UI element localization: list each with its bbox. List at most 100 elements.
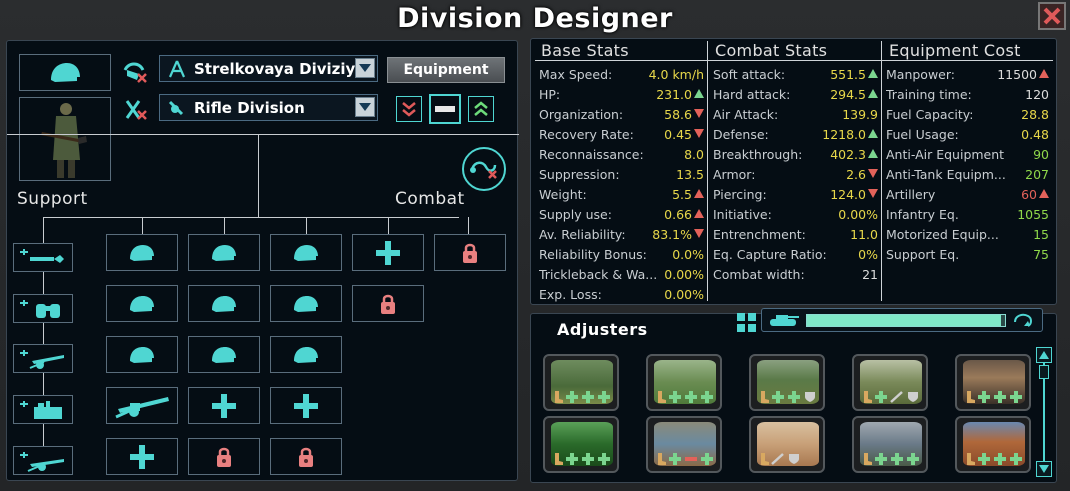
- terrain-tile-jungle[interactable]: [543, 416, 619, 473]
- combat-slot-add[interactable]: [106, 438, 178, 475]
- terrain-tile-mountain-valley[interactable]: [852, 416, 928, 473]
- scroll-thumb[interactable]: [1039, 365, 1049, 379]
- terrain-tile-urban[interactable]: [955, 354, 1031, 411]
- terrain-tile-mountain[interactable]: [749, 354, 825, 411]
- support-slot-anti-tank[interactable]: [13, 446, 73, 475]
- combat-stat-value-text: 139.9: [842, 107, 878, 122]
- combat-stat-value: 0%: [858, 247, 878, 262]
- base-stat-label: Recovery Rate:: [539, 127, 634, 142]
- support-slot-anti-air[interactable]: [13, 395, 73, 424]
- combat-label: Combat: [395, 189, 465, 209]
- combat-slot-infantry[interactable]: [188, 234, 260, 271]
- support-slot-engineer[interactable]: [13, 243, 73, 272]
- division-role-select[interactable]: Rifle Division: [159, 94, 378, 121]
- add-plus-icon: [212, 393, 236, 418]
- terrain-tile-forest-hills[interactable]: [543, 354, 619, 411]
- division-portrait[interactable]: [19, 97, 111, 181]
- engineer-icon: [20, 248, 64, 263]
- scrollbar[interactable]: [1036, 347, 1052, 477]
- base-stat-value-text: 0.66: [664, 207, 692, 222]
- equipment-button[interactable]: Equipment: [387, 57, 505, 83]
- arrow-down-icon: [1039, 465, 1049, 473]
- plus-icon: [1009, 450, 1023, 465]
- scroll-up-button[interactable]: [1036, 347, 1052, 363]
- base-stat-row: Supply use: 0.66: [539, 207, 704, 227]
- terrain-tile-river[interactable]: [646, 416, 722, 473]
- combat-stat-row: Armor: 2.6: [713, 167, 878, 187]
- priority-normal-button[interactable]: [429, 94, 461, 124]
- equipment-cost-label: Anti-Air Equipment: [886, 147, 1005, 162]
- template-icon-button[interactable]: [123, 60, 149, 84]
- base-stat-value-text: 58.6: [664, 107, 692, 122]
- tree-line: [7, 134, 519, 135]
- terrain-modifiers: [759, 450, 801, 469]
- terrain-modifiers: [656, 388, 714, 407]
- arrow-up-icon: [1039, 351, 1049, 359]
- combat-stat-value-text: 2.6: [846, 167, 866, 182]
- combat-slot-artillery[interactable]: [106, 387, 178, 424]
- anti-air-icon: [20, 400, 62, 419]
- equipment-cost-header: Equipment Cost: [889, 41, 1021, 60]
- combat-slot-add[interactable]: [188, 387, 260, 424]
- lock-icon: [463, 243, 477, 263]
- role-icon-button[interactable]: [123, 98, 149, 122]
- recon-binoculars-icon: [20, 299, 60, 318]
- combat-slot-add[interactable]: [270, 387, 342, 424]
- equipment-cost-value-text: 28.8: [1021, 107, 1049, 122]
- support-slot-recon[interactable]: [13, 294, 73, 323]
- base-stat-value-text: 0.0%: [672, 247, 704, 262]
- logistics-toggle-button[interactable]: [462, 147, 506, 191]
- combat-stat-value: 1218.0: [822, 127, 878, 142]
- equipment-cost-label: Manpower:: [886, 67, 955, 82]
- combat-slot-add[interactable]: [352, 234, 424, 271]
- boot-icon: [965, 388, 975, 407]
- tank-icon: [770, 315, 799, 326]
- grid-icon: [737, 313, 756, 332]
- combat-stat-row: Piercing: 124.0: [713, 187, 878, 207]
- combat-stat-label: Entrenchment:: [713, 227, 806, 242]
- support-slot-artillery[interactable]: [13, 344, 73, 373]
- combat-slot-infantry[interactable]: [106, 234, 178, 271]
- boot-icon: [759, 450, 769, 469]
- plus-icon: [890, 450, 904, 465]
- combat-slot-infantry[interactable]: [270, 234, 342, 271]
- terrain-tile-marsh[interactable]: [852, 354, 928, 411]
- plus-icon: [993, 388, 1007, 403]
- infantry-helmet-icon: [130, 244, 154, 261]
- double-chevron-up-icon: [474, 101, 488, 116]
- unit-bar: [761, 308, 1043, 332]
- combat-slot-infantry[interactable]: [270, 336, 342, 373]
- terrain-tile-badlands[interactable]: [955, 416, 1031, 473]
- close-button[interactable]: [1038, 2, 1066, 30]
- base-stat-label: Reconnaissance:: [539, 147, 644, 162]
- scroll-down-button[interactable]: [1036, 461, 1052, 477]
- base-stat-value-text: 231.0: [656, 87, 692, 102]
- combat-slot-infantry[interactable]: [106, 336, 178, 373]
- priority-low-button[interactable]: [396, 96, 422, 122]
- combat-slot-infantry[interactable]: [188, 336, 260, 373]
- terrain-tile-desert[interactable]: [749, 416, 825, 473]
- combat-slot-infantry[interactable]: [270, 285, 342, 322]
- base-stat-row: Av. Reliability: 83.1%: [539, 227, 704, 247]
- tree-line: [142, 217, 143, 235]
- terrain-modifiers: [862, 388, 920, 407]
- template-name-select[interactable]: Strelkovaya Diviziya: [159, 55, 378, 82]
- equipment-cost-value: 60: [1021, 187, 1049, 202]
- template-dropdown-arrow[interactable]: [355, 58, 375, 78]
- role-dropdown-arrow[interactable]: [355, 97, 375, 117]
- combat-slot-infantry[interactable]: [188, 285, 260, 322]
- priority-high-button[interactable]: [468, 96, 494, 122]
- base-stat-value-text: 0.45: [664, 127, 692, 142]
- base-stat-label: Trickleback & Wa...: [539, 267, 658, 282]
- equipment-cost-row: Manpower: 11500: [886, 67, 1049, 87]
- equipment-cost-label: Infantry Eq.: [886, 207, 959, 222]
- combat-slot-infantry[interactable]: [106, 285, 178, 322]
- combat-stat-value: 11.0: [850, 227, 878, 242]
- equipment-cost-label: Fuel Capacity:: [886, 107, 974, 122]
- base-stat-label: Exp. Loss:: [539, 287, 602, 302]
- terrain-tile-plains[interactable]: [646, 354, 722, 411]
- combat-stat-value-text: 402.3: [830, 147, 866, 162]
- combat-stat-row: Hard attack: 294.5: [713, 87, 878, 107]
- division-icon-button[interactable]: [19, 54, 111, 91]
- grid-view-button[interactable]: [736, 312, 758, 334]
